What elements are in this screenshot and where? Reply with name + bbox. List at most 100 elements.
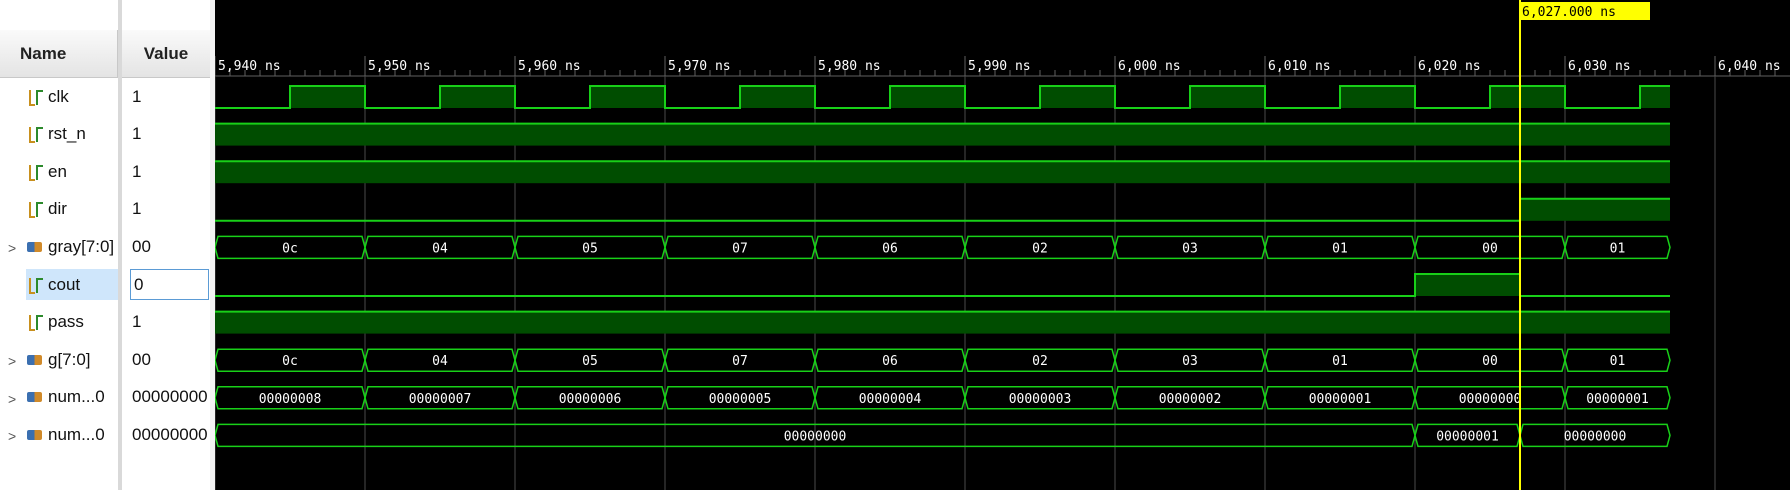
signal-value[interactable]: 0 <box>130 269 209 300</box>
high-level-fill <box>740 86 815 108</box>
bit-signal-icon <box>26 313 44 332</box>
time-tick-label: 5,980 ns <box>818 59 881 74</box>
high-level-fill <box>590 86 665 108</box>
expand-chevron-icon[interactable]: > <box>8 240 16 256</box>
signal-name[interactable]: dir <box>26 194 118 225</box>
signal-name[interactable]: rst_n <box>26 119 118 150</box>
bus-value-label: 01 <box>1332 241 1348 256</box>
signal-name-label: en <box>48 161 67 181</box>
bus-signal-icon <box>26 238 44 256</box>
bus-value-label: 00000002 <box>1159 392 1222 407</box>
high-level-fill <box>890 86 965 108</box>
bus-value-label: 00 <box>1482 354 1498 369</box>
bus-signal-icon <box>26 388 44 406</box>
waveform-viewer[interactable]: 5,940 ns 5,950 ns 5,960 ns 5,970 ns 5,980 ns… <box>215 0 1790 490</box>
bus-value-label: 00000001 <box>1436 429 1499 444</box>
time-tick-label: 5,960 ns <box>518 59 581 74</box>
signal-name-label: clk <box>48 86 69 106</box>
bus-value-label: 06 <box>882 241 898 256</box>
signal-row[interactable]: dir 1 <box>0 191 210 228</box>
bus-value-label: 01 <box>1610 241 1626 256</box>
bus-value-label: 02 <box>1032 241 1048 256</box>
name-column-header[interactable]: Name <box>0 30 118 78</box>
high-level-fill <box>440 86 515 108</box>
signal-name-label: rst_n <box>48 124 86 144</box>
bus-value-label: 0c <box>282 354 298 369</box>
time-tick-label: 6,000 ns <box>1118 59 1181 74</box>
signal-name[interactable]: gray[7:0] <box>26 231 118 262</box>
signal-name-label: gray[7:0] <box>48 236 115 256</box>
signal-row[interactable]: > num...0 00000000 <box>0 416 210 453</box>
time-tick-label: 6,040 ns <box>1718 59 1781 74</box>
bus-value-label: 00000008 <box>259 392 322 407</box>
high-level-fill <box>1490 86 1565 108</box>
bus-value-label: 01 <box>1610 354 1626 369</box>
bus-value-label: 00000004 <box>859 392 922 407</box>
signal-row[interactable]: > g[7:0] 00 <box>0 341 210 378</box>
signal-row[interactable]: cout 0 <box>0 266 210 303</box>
expand-chevron-icon[interactable]: > <box>8 353 16 369</box>
bus-signal-icon <box>26 351 44 369</box>
bit-signal-icon <box>26 163 44 181</box>
bus-value-label: 00 <box>1482 241 1498 256</box>
signal-row[interactable]: > gray[7:0] 00 <box>0 228 210 265</box>
signal-name[interactable]: pass <box>26 307 118 338</box>
bus-value-label: 06 <box>882 354 898 369</box>
bus-signal-icon <box>26 426 44 444</box>
signal-name-label: num...0 <box>48 424 105 444</box>
signal-name-label: dir <box>48 199 67 219</box>
signal-list-panel: Name Value clk 1 rst_n 1 en 1 dir 1 > gray[7:0] 00… <box>0 0 210 490</box>
high-level-fill <box>215 123 1670 146</box>
high-level-fill <box>1520 198 1670 221</box>
bit-signal-icon <box>26 125 44 144</box>
time-tick-label: 6,020 ns <box>1418 59 1481 74</box>
expand-chevron-icon[interactable]: > <box>8 391 16 407</box>
time-tick-label: 5,940 ns <box>218 59 281 74</box>
signal-value: 1 <box>132 312 142 332</box>
signal-name[interactable]: g[7:0] <box>26 344 118 375</box>
bit-signal-icon <box>26 88 44 106</box>
signal-value: 1 <box>132 86 142 106</box>
signal-row[interactable]: en 1 <box>0 153 210 190</box>
signal-name[interactable]: en <box>26 156 118 187</box>
bus-value-label: 04 <box>432 241 448 256</box>
bus-value-label: 00000000 <box>784 429 847 444</box>
signal-name[interactable]: num...0 <box>26 382 118 413</box>
signal-name[interactable]: cout <box>26 269 118 300</box>
bus-value-label: 00000003 <box>1009 392 1072 407</box>
bus-value-label: 05 <box>582 354 598 369</box>
bus-value-label: 00000001 <box>1586 392 1649 407</box>
bus-value-label: 03 <box>1182 354 1198 369</box>
expand-chevron-icon[interactable]: > <box>8 428 16 444</box>
time-tick-label: 6,030 ns <box>1568 59 1631 74</box>
bus-value-label: 0c <box>282 241 298 256</box>
signal-name-label: cout <box>48 274 81 294</box>
bus-value-label: 00000000 <box>1459 392 1522 407</box>
bit-signal-icon <box>26 200 44 219</box>
high-level-fill <box>1340 86 1415 108</box>
signal-value: 1 <box>132 124 142 144</box>
bit-signal-icon <box>26 276 44 294</box>
signal-row[interactable]: pass 1 <box>0 304 210 341</box>
bus-value-label: 01 <box>1332 354 1348 369</box>
bus-value-label: 04 <box>432 354 448 369</box>
signal-name[interactable]: num...0 <box>26 419 118 450</box>
value-column-header[interactable]: Value <box>122 30 210 78</box>
signal-row[interactable]: clk 1 <box>0 78 210 115</box>
signal-row[interactable]: > num...0 00000000 <box>0 379 210 416</box>
high-level-fill <box>1640 86 1670 108</box>
high-level-fill <box>290 86 365 108</box>
bit-waveform <box>215 197 1670 222</box>
signal-value: 00000000 <box>132 424 208 444</box>
bus-value-label: 05 <box>582 241 598 256</box>
high-level-fill <box>1190 86 1265 108</box>
bus-value-label: 02 <box>1032 354 1048 369</box>
time-tick-label: 6,010 ns <box>1268 59 1331 74</box>
signal-name[interactable]: clk <box>26 81 118 112</box>
signal-name-label: num...0 <box>48 387 105 407</box>
bus-value-label: 00000000 <box>1564 429 1627 444</box>
cursor-time-label: 6,027.000 ns <box>1522 5 1616 20</box>
signal-name-label: g[7:0] <box>48 349 91 369</box>
signal-row[interactable]: rst_n 1 <box>0 116 210 153</box>
high-level-fill <box>1415 274 1520 296</box>
